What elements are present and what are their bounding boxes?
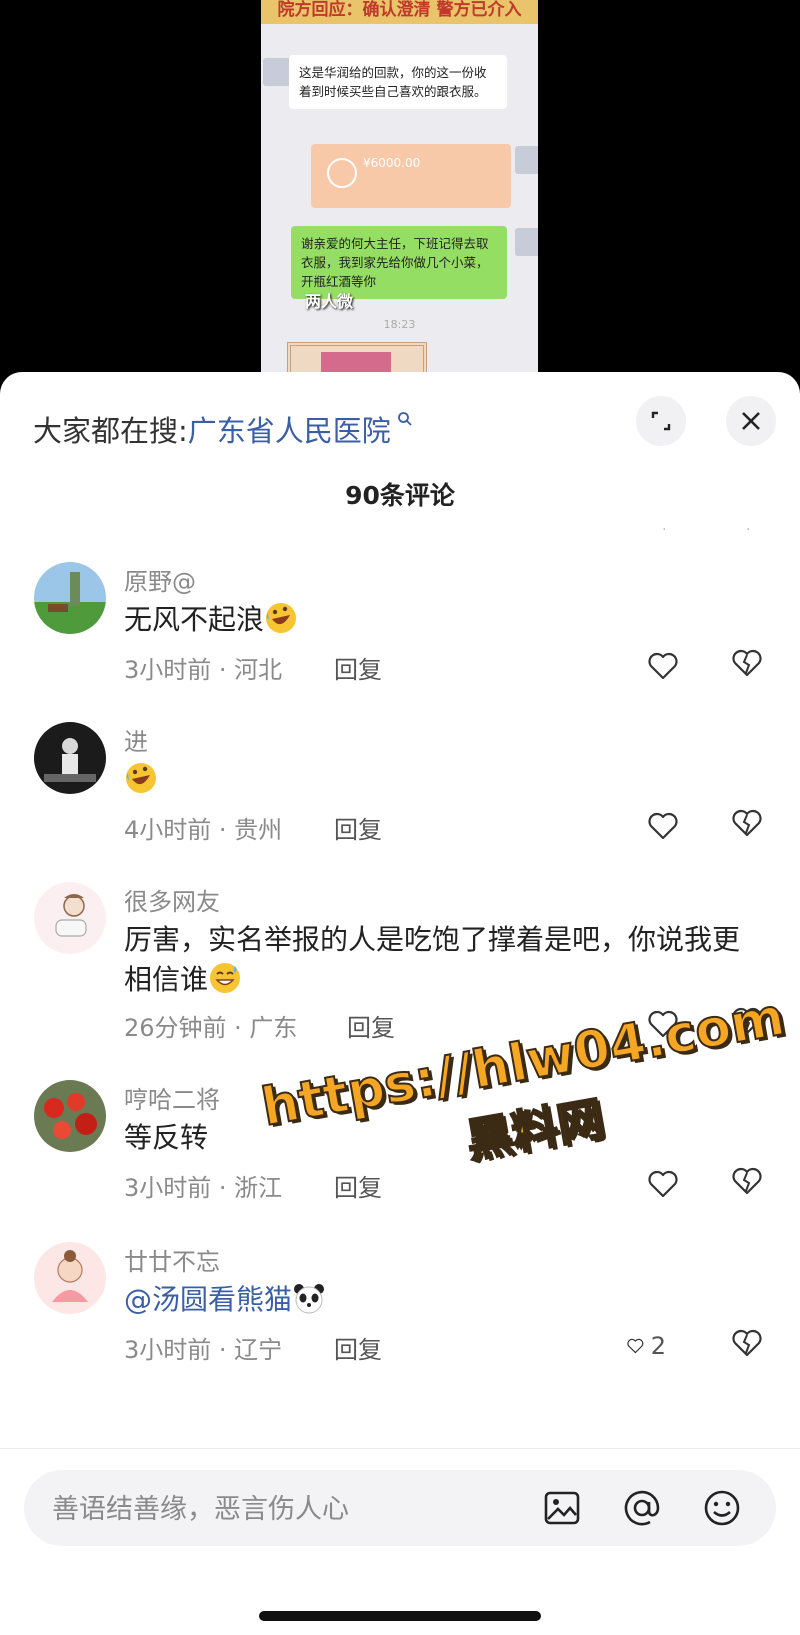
heart-icon xyxy=(648,652,678,680)
avatar[interactable] xyxy=(34,1080,106,1152)
emoji-button[interactable] xyxy=(702,1488,742,1528)
comment-input-bar xyxy=(24,1470,776,1548)
search-icon xyxy=(391,408,413,432)
comment-meta: 3小时前 · 辽宁 xyxy=(124,1336,283,1364)
avatar[interactable] xyxy=(34,882,106,954)
close-icon xyxy=(742,412,760,430)
comment-text-content: 等反转 xyxy=(124,1121,209,1154)
expand-button[interactable] xyxy=(636,396,686,446)
comment-text xyxy=(124,760,764,800)
like-button[interactable] xyxy=(646,806,686,846)
search-suggestion[interactable]: 大家都在搜:广东省人民医院 xyxy=(33,408,413,450)
divider-dot: · xyxy=(662,522,667,538)
video-overlay-note: 两人微 xyxy=(305,292,354,311)
comment-text: 厉害，实名举报的人是吃饱了撑着是吧，你说我更相信谁 xyxy=(124,920,764,1000)
image-button[interactable] xyxy=(542,1488,582,1528)
video-frame: 院方回应：确认澄清 警方已介入 这是华润给的回款，你的这一份收着到时候买些自己喜… xyxy=(261,0,538,372)
panda-emoji xyxy=(294,1284,325,1314)
comment-meta: 4小时前 · 贵州 xyxy=(124,816,283,844)
broken-heart-icon xyxy=(732,809,762,837)
comment-count-title: 90条评论 xyxy=(345,481,455,510)
chat-avatar xyxy=(263,58,291,86)
broken-heart-icon xyxy=(732,1167,762,1195)
like-count: 2 xyxy=(650,1332,666,1360)
close-button[interactable] xyxy=(726,396,776,446)
search-suggestion-keyword[interactable]: 广东省人民医院 xyxy=(188,414,391,448)
image-icon xyxy=(544,1491,580,1525)
comment-username[interactable]: 原野@ xyxy=(124,562,196,597)
avatar[interactable] xyxy=(34,562,106,634)
home-indicator[interactable] xyxy=(259,1611,541,1621)
like-button[interactable] xyxy=(646,1164,686,1204)
comment-username[interactable]: 廿廿不忘 xyxy=(124,1242,220,1277)
reply-button[interactable]: 回复 xyxy=(334,650,382,685)
divider-dot: · xyxy=(746,522,751,538)
chat-time: 18:23 xyxy=(383,318,416,331)
transfer-card: ¥6000.00 xyxy=(311,144,511,208)
smiley-icon xyxy=(704,1490,740,1526)
search-suggestion-label: 大家都在搜: xyxy=(33,414,188,448)
comment-item: 廿廿不忘 @汤圆看熊猫 3小时前 · 辽宁 回复 2 xyxy=(0,1242,800,1402)
dislike-button[interactable] xyxy=(730,646,770,686)
like-button[interactable]: 2 xyxy=(626,1326,666,1366)
rolling-laugh-emoji xyxy=(266,603,297,633)
dislike-button[interactable] xyxy=(730,1164,770,1204)
reply-button[interactable]: 回复 xyxy=(334,810,382,845)
transfer-amount: ¥6000.00 xyxy=(363,156,421,170)
video-caption: 院方回应：确认澄清 警方已介入 xyxy=(261,0,538,24)
dislike-button[interactable] xyxy=(730,806,770,846)
comment-text: @汤圆看熊猫 xyxy=(124,1280,764,1320)
heart-icon xyxy=(648,812,678,840)
comment-meta: 26分钟前 · 广东 xyxy=(124,1014,298,1042)
chat-avatar xyxy=(515,146,538,174)
comment-item: 原野@ 无风不起浪 3小时前 · 河北 回复 xyxy=(0,562,800,722)
like-button[interactable] xyxy=(646,646,686,686)
mention-button[interactable] xyxy=(622,1488,662,1528)
comment-meta: 3小时前 · 河北 xyxy=(124,656,283,684)
sweat-smile-emoji xyxy=(210,963,241,993)
comment-item: 进 4小时前 · 贵州 回复 xyxy=(0,722,800,882)
reply-button[interactable]: 回复 xyxy=(347,1008,395,1043)
check-icon xyxy=(327,158,357,188)
broken-heart-icon xyxy=(732,649,762,677)
comment-input[interactable] xyxy=(50,1470,494,1548)
rolling-laugh-emoji xyxy=(126,763,156,793)
video-player[interactable]: 院方回应：确认澄清 警方已介入 这是华润给的回款，你的这一份收着到时候买些自己喜… xyxy=(0,0,800,372)
heart-icon xyxy=(627,1338,644,1354)
chat-image xyxy=(287,342,427,372)
at-icon xyxy=(624,1490,660,1526)
broken-heart-icon xyxy=(732,1329,762,1357)
comment-text-content: 无风不起浪 xyxy=(124,603,265,636)
comment-username[interactable]: 进 xyxy=(124,722,148,757)
comment-text: 无风不起浪 xyxy=(124,600,764,640)
avatar[interactable] xyxy=(34,722,106,794)
expand-icon xyxy=(651,411,671,431)
avatar[interactable] xyxy=(34,1242,106,1314)
chat-avatar xyxy=(515,228,538,256)
dislike-button[interactable] xyxy=(730,1326,770,1366)
comment-username[interactable]: 哼哈二将 xyxy=(124,1080,220,1115)
chat-bubble-left: 这是华润给的回款，你的这一份收着到时候买些自己喜欢的跟衣服。 xyxy=(289,55,507,109)
comment-username[interactable]: 很多网友 xyxy=(124,882,220,917)
reply-button[interactable]: 回复 xyxy=(334,1330,382,1365)
comment-mention[interactable]: @汤圆看熊猫 xyxy=(124,1283,292,1316)
divider xyxy=(0,1448,800,1449)
heart-icon xyxy=(648,1170,678,1198)
comment-meta: 3小时前 · 浙江 xyxy=(124,1174,283,1202)
